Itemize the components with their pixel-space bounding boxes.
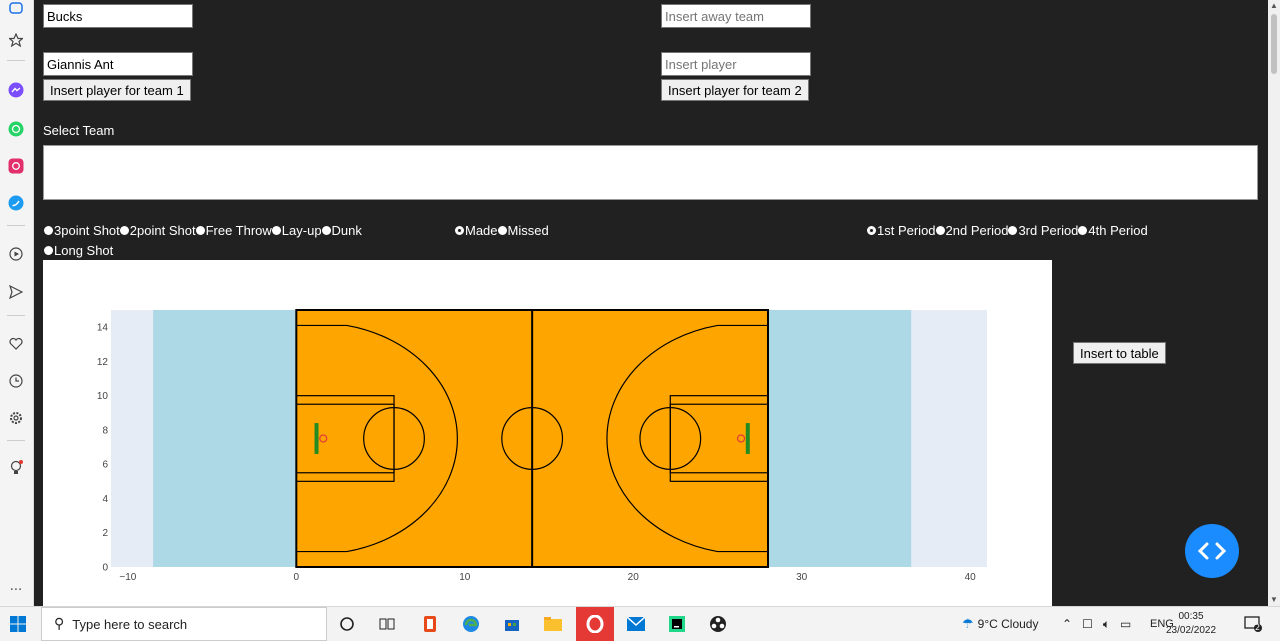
radio-3rd-period[interactable]: 3rd Period xyxy=(1008,223,1078,238)
period-group: 1st Period 2nd Period 3rd Period 4th Per… xyxy=(867,223,1148,238)
select-team-label: Select Team xyxy=(43,123,115,138)
x-tick-label: 10 xyxy=(459,572,471,583)
home-team-input[interactable] xyxy=(43,4,193,28)
radio-missed[interactable]: Missed xyxy=(497,223,549,238)
obs-icon[interactable] xyxy=(708,614,728,634)
taskbar: ⚲ Type here to search ☂ 9°C Cloudy ⌃ ☐ 🔈… xyxy=(0,606,1280,641)
radio-dunk[interactable]: Dunk xyxy=(321,223,362,238)
task-view-icon[interactable] xyxy=(377,614,397,634)
radio-1st-period[interactable]: 1st Period xyxy=(867,223,936,238)
y-tick-label: 4 xyxy=(102,494,108,505)
bulb-icon[interactable] xyxy=(8,460,24,476)
edge-icon[interactable] xyxy=(461,614,481,634)
store-icon[interactable] xyxy=(502,614,522,634)
radio-2point-shot[interactable]: 2point Shot xyxy=(119,223,196,238)
office-icon[interactable] xyxy=(420,614,440,634)
y-tick-label: 2 xyxy=(102,528,108,539)
insert-to-table-button[interactable]: Insert to table xyxy=(1073,342,1166,364)
browser-sidebar: ··· xyxy=(0,0,34,606)
system-tray: ⌃ ☐ 🔈︎ ▭ xyxy=(1062,607,1131,641)
away-team-input[interactable] xyxy=(661,4,811,28)
team2-player-input[interactable] xyxy=(661,52,811,76)
y-tick-label: 6 xyxy=(102,460,108,471)
battery-icon[interactable]: ▭ xyxy=(1120,617,1131,631)
settings-icon[interactable] xyxy=(8,410,24,426)
send-icon[interactable] xyxy=(8,284,24,300)
opera-icon[interactable] xyxy=(576,607,614,641)
radio-made[interactable]: Made xyxy=(455,223,498,238)
mail-icon[interactable] xyxy=(626,614,646,634)
shot-type-group-row2: Long Shot xyxy=(44,243,113,258)
radio-2nd-period[interactable]: 2nd Period xyxy=(935,223,1008,238)
team1-player-input[interactable] xyxy=(43,52,193,76)
network-icon[interactable]: ☐ xyxy=(1082,617,1093,631)
whatsapp-icon[interactable] xyxy=(8,121,24,137)
heart-icon[interactable] xyxy=(8,335,24,351)
volume-icon[interactable]: 🔈︎ xyxy=(1103,617,1110,632)
insert-player-team1-button[interactable]: Insert player for team 1 xyxy=(43,79,191,101)
search-icon: ⚲ xyxy=(54,616,65,632)
x-tick-label: −10 xyxy=(119,572,136,583)
page-scrollbar[interactable]: ▲ ▼ xyxy=(1268,0,1280,606)
court-chart[interactable]: −10 0 10 20 30 40 0 2 4 6 8 10 12 14 xyxy=(43,260,1052,606)
radio-3point-shot[interactable]: 3point Shot xyxy=(44,223,120,238)
x-tick-label: 30 xyxy=(796,572,808,583)
more-icon[interactable]: ··· xyxy=(8,582,24,598)
clock-icon[interactable] xyxy=(8,373,24,389)
play-icon[interactable] xyxy=(8,246,24,262)
pycharm-icon[interactable] xyxy=(667,614,687,634)
radio-long-shot[interactable]: Long Shot xyxy=(44,243,113,258)
notification-icon[interactable]: 2 xyxy=(1243,614,1263,634)
chevron-up-icon[interactable]: ⌃ xyxy=(1062,617,1072,631)
x-tick-label: 0 xyxy=(294,572,300,583)
taskbar-search[interactable]: ⚲ Type here to search xyxy=(41,607,327,641)
shot-type-group: 3point Shot 2point Shot Free Throw Lay-u… xyxy=(44,223,362,238)
y-tick-label: 8 xyxy=(102,425,108,436)
instagram-icon[interactable] xyxy=(8,158,24,174)
windows-start-icon[interactable] xyxy=(10,616,26,632)
weather-widget[interactable]: ☂ 9°C Cloudy xyxy=(962,607,1038,641)
insert-player-team2-button[interactable]: Insert player for team 2 xyxy=(661,79,809,101)
scrollbar-thumb[interactable] xyxy=(1271,14,1277,74)
cortana-icon[interactable] xyxy=(337,614,357,634)
x-tick-label: 40 xyxy=(965,572,977,583)
x-tick-label: 20 xyxy=(628,572,640,583)
twitter-icon[interactable] xyxy=(8,195,24,211)
outcome-group: Made Missed xyxy=(455,223,549,238)
court-plot[interactable]: −10 0 10 20 30 40 0 2 4 6 8 10 12 14 xyxy=(43,260,1052,606)
code-icon[interactable] xyxy=(1185,524,1239,578)
y-tick-label: 10 xyxy=(97,391,109,402)
app-icon[interactable] xyxy=(8,0,24,16)
radio-lay-up[interactable]: Lay-up xyxy=(271,223,322,238)
radio-free-throw[interactable]: Free Throw xyxy=(195,223,272,238)
messenger-icon[interactable] xyxy=(8,82,24,98)
y-tick-label: 12 xyxy=(97,357,109,368)
file-explorer-icon[interactable] xyxy=(543,614,563,634)
y-tick-label: 0 xyxy=(102,563,108,574)
y-tick-label: 14 xyxy=(97,323,109,334)
weather-icon: ☂ xyxy=(962,616,974,632)
app-main: Insert player for team 1 Insert player f… xyxy=(34,0,1268,606)
radio-4th-period[interactable]: 4th Period xyxy=(1078,223,1148,238)
select-team-box[interactable] xyxy=(43,145,1258,200)
star-icon[interactable] xyxy=(8,32,24,48)
clock[interactable]: 00:35 23/02/2022 xyxy=(1166,610,1216,638)
